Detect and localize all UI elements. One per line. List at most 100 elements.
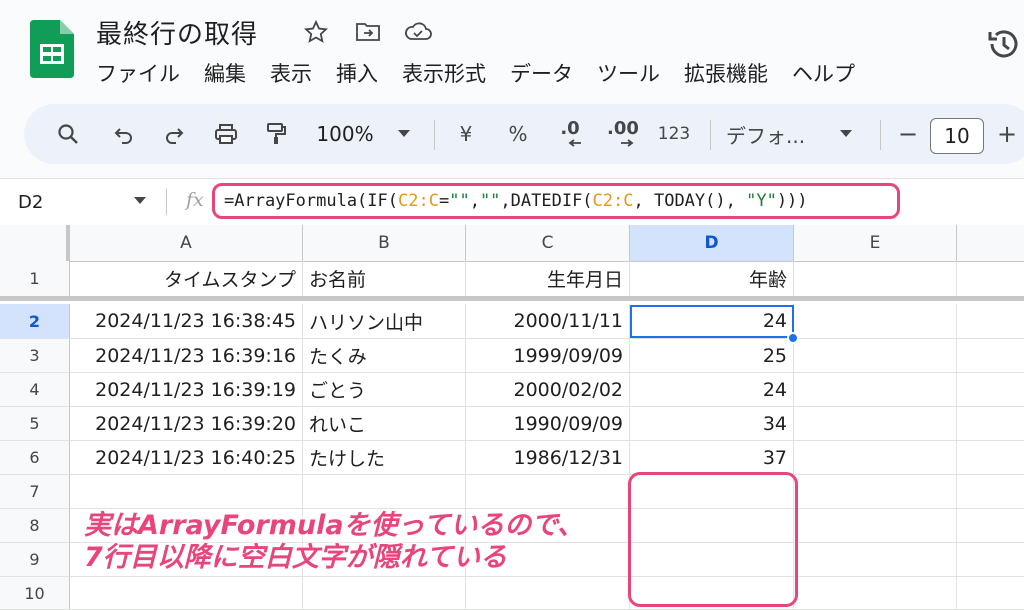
cell-e7[interactable]: [794, 475, 957, 509]
paint-format-icon[interactable]: [256, 104, 296, 164]
row-header-4[interactable]: 4: [0, 373, 70, 407]
cell-a10[interactable]: [70, 577, 303, 610]
cell-e9[interactable]: [794, 543, 957, 577]
cell-b10[interactable]: [303, 577, 466, 610]
star-icon[interactable]: [302, 18, 330, 46]
zoom-value[interactable]: 100%: [310, 104, 380, 164]
percent-format-button[interactable]: %: [500, 104, 536, 164]
font-size-input[interactable]: 10: [930, 118, 984, 154]
cell-f10[interactable]: [957, 577, 1024, 610]
menu-view[interactable]: 表示: [270, 58, 312, 88]
cell-c5[interactable]: 1990/09/09: [466, 407, 630, 441]
menu-tools[interactable]: ツール: [597, 58, 660, 88]
column-header-e[interactable]: E: [794, 225, 957, 261]
menu-file[interactable]: ファイル: [96, 58, 180, 88]
increase-font-size-button[interactable]: +: [992, 104, 1022, 164]
name-box[interactable]: D2: [18, 179, 43, 225]
cell-f7[interactable]: [957, 475, 1024, 509]
cell-b3[interactable]: たくみ: [303, 339, 466, 373]
print-icon[interactable]: [206, 104, 246, 164]
cell-b5[interactable]: れいこ: [303, 407, 466, 441]
menu-extensions[interactable]: 拡張機能: [684, 58, 768, 88]
cell-a7[interactable]: [70, 475, 303, 509]
cell-f5[interactable]: [957, 407, 1024, 441]
decrease-font-size-button[interactable]: −: [894, 104, 922, 164]
decrease-decimal-button[interactable]: .0: [550, 104, 590, 164]
cell-c10[interactable]: [466, 577, 630, 610]
move-to-folder-icon[interactable]: [354, 18, 382, 46]
cell-f6[interactable]: [957, 441, 1024, 475]
cell-e8[interactable]: [794, 509, 957, 543]
cell-a6[interactable]: 2024/11/23 16:40:25: [70, 441, 303, 475]
name-box-dropdown-icon[interactable]: [134, 197, 146, 205]
menu-insert[interactable]: 挿入: [336, 58, 378, 88]
cell-b1[interactable]: お名前: [303, 261, 466, 297]
cell-c6[interactable]: 1986/12/31: [466, 441, 630, 475]
column-header-a[interactable]: A: [70, 225, 303, 261]
cell-c3[interactable]: 1999/09/09: [466, 339, 630, 373]
row-header-10[interactable]: 10: [0, 577, 70, 610]
row-header-5[interactable]: 5: [0, 407, 70, 441]
more-formats-button[interactable]: 123: [654, 104, 694, 164]
cell-d3[interactable]: 25: [630, 339, 794, 373]
column-header-d[interactable]: D: [630, 225, 794, 261]
cell-b6[interactable]: たけした: [303, 441, 466, 475]
menu-format[interactable]: 表示形式: [402, 58, 486, 88]
font-family-select[interactable]: デフォ...: [726, 104, 826, 164]
frozen-row-divider[interactable]: [0, 296, 1024, 301]
version-history-icon[interactable]: [986, 26, 1022, 62]
increase-decimal-button[interactable]: .00: [600, 104, 646, 164]
cell-e3[interactable]: [794, 339, 957, 373]
cell-f8[interactable]: [957, 509, 1024, 543]
cell-a2[interactable]: 2024/11/23 16:38:45: [70, 304, 303, 339]
row-header-3[interactable]: 3: [0, 339, 70, 373]
cell-f2[interactable]: [957, 304, 1024, 339]
row-header-8[interactable]: 8: [0, 509, 70, 543]
cell-e2[interactable]: [794, 304, 957, 339]
cell-b2[interactable]: ハリソン山中: [303, 304, 466, 339]
zoom-dropdown-icon[interactable]: [392, 104, 416, 164]
cell-d5[interactable]: 34: [630, 407, 794, 441]
row-header-6[interactable]: 6: [0, 441, 70, 475]
document-title[interactable]: 最終行の取得: [96, 14, 258, 51]
menu-help[interactable]: ヘルプ: [792, 58, 855, 88]
cell-c1[interactable]: 生年月日: [466, 261, 630, 297]
cell-e4[interactable]: [794, 373, 957, 407]
menu-data[interactable]: データ: [510, 58, 573, 88]
menu-edit[interactable]: 編集: [204, 58, 246, 88]
cell-e10[interactable]: [794, 577, 957, 610]
row-header-1[interactable]: 1: [0, 261, 70, 297]
redo-icon[interactable]: [156, 104, 192, 164]
cell-d4[interactable]: 24: [630, 373, 794, 407]
cell-f1[interactable]: [957, 261, 1024, 297]
cell-b4[interactable]: ごとう: [303, 373, 466, 407]
cell-c4[interactable]: 2000/02/02: [466, 373, 630, 407]
cell-c2[interactable]: 2000/11/11: [466, 304, 630, 339]
row-header-7[interactable]: 7: [0, 475, 70, 509]
font-dropdown-icon[interactable]: [834, 104, 858, 164]
fill-handle[interactable]: [787, 332, 799, 344]
search-menus-icon[interactable]: [50, 104, 86, 164]
cell-f9[interactable]: [957, 543, 1024, 577]
column-header-b[interactable]: B: [303, 225, 466, 261]
cell-a4[interactable]: 2024/11/23 16:39:19: [70, 373, 303, 407]
undo-icon[interactable]: [106, 104, 142, 164]
cell-e5[interactable]: [794, 407, 957, 441]
cell-a3[interactable]: 2024/11/23 16:39:16: [70, 339, 303, 373]
cell-f4[interactable]: [957, 373, 1024, 407]
cell-d6[interactable]: 37: [630, 441, 794, 475]
cell-e1[interactable]: [794, 261, 957, 297]
cloud-saved-icon[interactable]: [404, 18, 432, 46]
column-header-f[interactable]: [957, 225, 1024, 261]
cell-c7[interactable]: [466, 475, 630, 509]
row-header-9[interactable]: 9: [0, 543, 70, 577]
cell-f3[interactable]: [957, 339, 1024, 373]
select-all-corner[interactable]: [0, 225, 70, 261]
row-header-2[interactable]: 2: [0, 304, 70, 339]
formula-input[interactable]: =ArrayFormula(IF(C2:C="","",DATEDIF(C2:C…: [224, 191, 808, 211]
cell-d1[interactable]: 年齢: [630, 261, 794, 297]
cell-a5[interactable]: 2024/11/23 16:39:20: [70, 407, 303, 441]
column-header-c[interactable]: C: [466, 225, 630, 261]
cell-b7[interactable]: [303, 475, 466, 509]
currency-format-button[interactable]: ¥: [448, 104, 484, 164]
